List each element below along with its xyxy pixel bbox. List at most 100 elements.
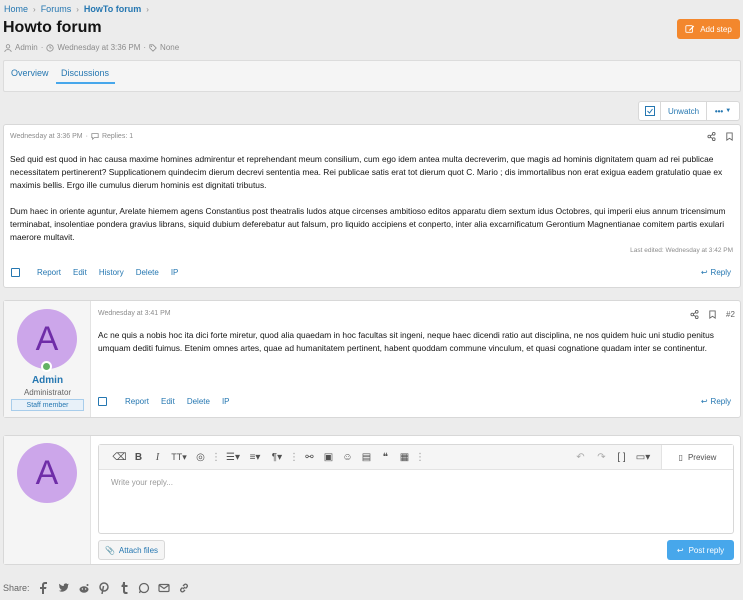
link-icon[interactable] xyxy=(178,582,190,594)
ip-link[interactable]: IP xyxy=(222,397,230,406)
chevron-right-icon: › xyxy=(146,4,149,14)
reply-post: A Admin Administrator Staff member Wedne… xyxy=(3,300,741,418)
post-reply-label: Post reply xyxy=(688,545,725,555)
drafts-icon[interactable]: ▭▾ xyxy=(632,449,654,465)
history-link[interactable]: History xyxy=(99,268,124,277)
bold-icon[interactable]: B xyxy=(129,449,148,465)
image-icon[interactable]: ▣ xyxy=(319,449,338,465)
post-replies-count: Replies: 1 xyxy=(101,132,134,140)
caret-down-icon: ▼ xyxy=(725,108,732,114)
share-bar: Share: xyxy=(3,582,190,594)
media-icon[interactable]: ▤ xyxy=(357,449,376,465)
post-body: Ac ne quis a nobis hoc ita dici forte mi… xyxy=(98,330,714,353)
smiley-icon[interactable]: ☺ xyxy=(338,449,357,465)
preview-button[interactable]: ▯ Preview xyxy=(661,445,733,469)
edit-icon xyxy=(685,25,695,33)
report-link[interactable]: Report xyxy=(125,397,149,406)
reply-icon: ↩ xyxy=(700,268,708,277)
avatar[interactable]: A xyxy=(17,309,77,369)
more-vertical-icon[interactable]: ⋮ xyxy=(288,449,300,465)
more-vertical-icon[interactable]: ⋮ xyxy=(210,449,222,465)
post-body: Sed quid est quod in hac causa maxime ho… xyxy=(10,153,736,244)
align-icon[interactable]: ≡▾ xyxy=(244,449,266,465)
post-header-icons xyxy=(707,132,734,141)
editor-toolbar: ⌫ B I TT▾ ◎ ⋮ ☰▾ ≡▾ ¶▾ ⋮ ⚯ ▣ ☺ ▤ ❝ ▦ ⋮ ↶… xyxy=(99,445,733,470)
add-step-button[interactable]: Add step xyxy=(677,19,740,39)
facebook-icon[interactable] xyxy=(38,582,50,594)
thread-date: Wednesday at 3:36 PM xyxy=(57,43,141,52)
avatar[interactable]: A xyxy=(17,443,77,503)
more-vertical-icon[interactable]: ⋮ xyxy=(414,449,426,465)
palette-icon[interactable]: ◎ xyxy=(191,449,210,465)
post-date[interactable]: Wednesday at 3:36 PM xyxy=(10,133,83,140)
page-title: Howto forum xyxy=(3,19,102,36)
post-paragraph: Sed quid est quod in hac causa maxime ho… xyxy=(10,154,723,190)
reply-button[interactable]: ↩ Reply xyxy=(701,268,731,277)
staff-banner: Staff member xyxy=(11,399,84,411)
user-pane: A xyxy=(4,436,91,564)
paragraph-icon[interactable]: ¶▾ xyxy=(266,449,288,465)
post-header: Wednesday at 3:36 PM · Replies: 1 xyxy=(10,132,134,140)
last-edited: Last edited: Wednesday at 3:42 PM xyxy=(630,247,733,254)
clear-formatting-icon[interactable]: ⌫ xyxy=(110,449,129,465)
breadcrumb-howto-forum[interactable]: HowTo forum xyxy=(84,4,141,14)
unwatch-button[interactable]: Unwatch xyxy=(661,102,707,120)
reply-label: Reply xyxy=(710,268,731,277)
reply-editor: ⌫ B I TT▾ ◎ ⋮ ☰▾ ≡▾ ¶▾ ⋮ ⚯ ▣ ☺ ▤ ❝ ▦ ⋮ ↶… xyxy=(98,444,734,534)
attach-files-button[interactable]: 📎 Attach files xyxy=(98,540,165,560)
tumblr-icon[interactable] xyxy=(118,582,130,594)
reddit-icon[interactable] xyxy=(78,582,90,594)
post-reply-button[interactable]: ↩ Post reply xyxy=(667,540,734,560)
breadcrumb: Home › Forums › HowTo forum › xyxy=(4,4,149,14)
quick-reply: A ⌫ B I TT▾ ◎ ⋮ ☰▾ ≡▾ ¶▾ ⋮ ⚯ ▣ ☺ ▤ ❝ ▦ ⋮… xyxy=(3,435,741,565)
select-post-checkbox[interactable] xyxy=(98,397,107,406)
link-icon[interactable]: ⚯ xyxy=(300,449,319,465)
email-icon[interactable] xyxy=(157,582,170,594)
italic-icon[interactable]: I xyxy=(148,449,167,465)
list-icon[interactable]: ☰▾ xyxy=(222,449,244,465)
bookmark-icon[interactable] xyxy=(725,132,734,141)
bookmark-icon[interactable] xyxy=(708,310,717,319)
edit-link[interactable]: Edit xyxy=(73,268,87,277)
ip-link[interactable]: IP xyxy=(171,268,179,277)
reply-button[interactable]: ↩ Reply xyxy=(701,397,731,406)
breadcrumb-forums[interactable]: Forums xyxy=(41,4,72,14)
text-size-icon[interactable]: TT▾ xyxy=(167,449,191,465)
reply-icon: ↩ xyxy=(676,545,684,555)
delete-link[interactable]: Delete xyxy=(187,397,210,406)
thread-author[interactable]: Admin xyxy=(15,43,38,52)
breadcrumb-home[interactable]: Home xyxy=(4,4,28,14)
reply-input[interactable]: Write your reply... xyxy=(111,478,173,487)
share-icon[interactable] xyxy=(690,310,699,319)
twitter-icon[interactable] xyxy=(58,582,70,594)
whatsapp-icon[interactable] xyxy=(138,582,150,594)
tags-icon xyxy=(149,43,157,52)
tab-discussions[interactable]: Discussions xyxy=(56,68,116,84)
redo-icon[interactable]: ↷ xyxy=(592,449,611,465)
quote-icon[interactable]: ❝ xyxy=(376,449,395,465)
undo-icon[interactable]: ↶ xyxy=(571,449,590,465)
add-step-label: Add step xyxy=(700,24,732,34)
report-link[interactable]: Report xyxy=(37,268,61,277)
clock-icon xyxy=(46,43,54,52)
checkbox-icon xyxy=(644,106,655,116)
bbcode-toggle-icon[interactable]: [ ] xyxy=(612,449,631,465)
chevron-right-icon: › xyxy=(33,4,36,14)
share-label: Share: xyxy=(3,583,30,593)
tab-overview[interactable]: Overview xyxy=(11,68,49,78)
edit-link[interactable]: Edit xyxy=(161,397,175,406)
username[interactable]: Admin xyxy=(4,375,91,386)
table-icon[interactable]: ▦ xyxy=(395,449,414,465)
select-post-checkbox[interactable] xyxy=(11,268,20,277)
tab-bar: Overview Discussions xyxy=(3,60,741,92)
post-paragraph: Dum haec in oriente aguntur, Arelate hie… xyxy=(10,206,726,242)
post-number[interactable]: #2 xyxy=(726,310,735,319)
select-checkbox-button[interactable] xyxy=(639,102,661,120)
more-options-button[interactable]: ••• ▼ xyxy=(707,102,739,120)
user-pane: A Admin Administrator Staff member xyxy=(4,301,91,417)
more-label: ••• xyxy=(714,106,724,116)
post-date[interactable]: Wednesday at 3:41 PM xyxy=(98,310,171,317)
pinterest-icon[interactable] xyxy=(98,582,110,594)
delete-link[interactable]: Delete xyxy=(136,268,159,277)
share-icon[interactable] xyxy=(707,132,716,141)
